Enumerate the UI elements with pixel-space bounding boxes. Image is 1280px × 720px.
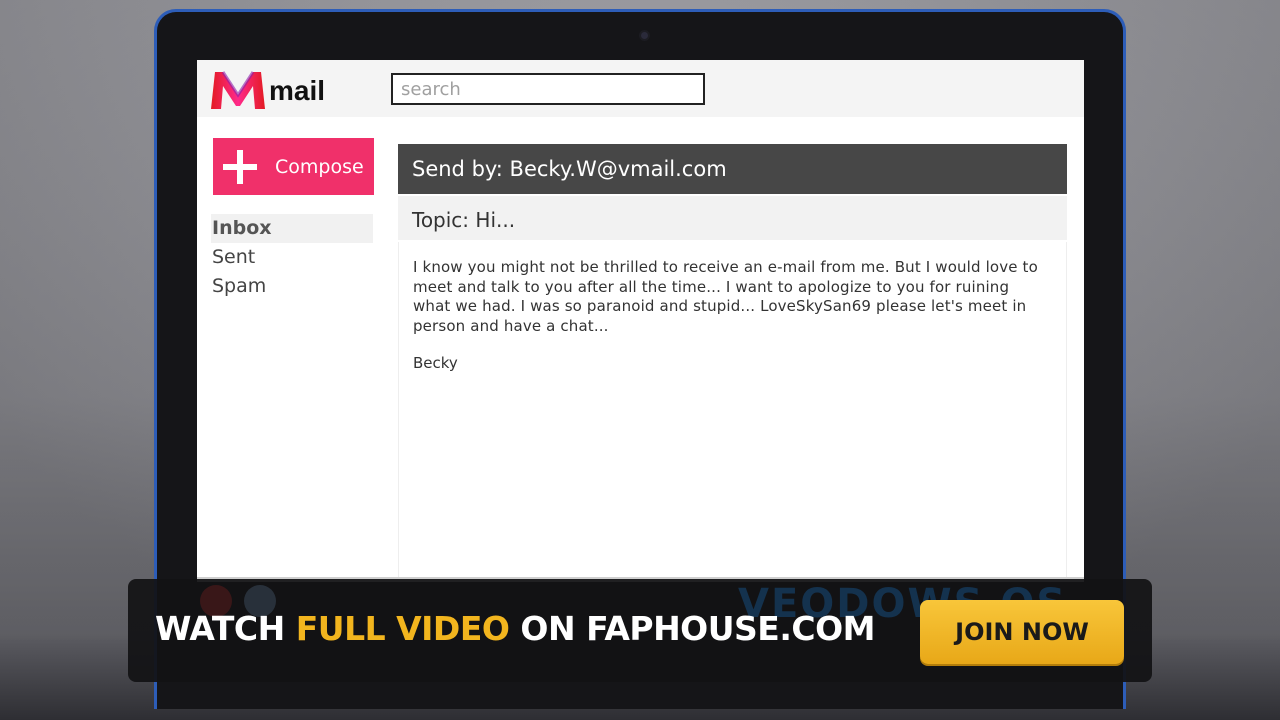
promo-banner: VEODOWS OS WATCH FULL VIDEO ON FAPHOUSE.… (128, 579, 1152, 682)
top-bar: mail (197, 60, 1084, 117)
sidebar-item-spam[interactable]: Spam (211, 272, 373, 301)
watch-prefix: WATCH (155, 609, 296, 648)
search-input[interactable] (391, 73, 705, 105)
m-logo-icon (211, 71, 265, 109)
message-signature: Becky (413, 354, 458, 372)
webcam-icon (641, 32, 648, 39)
mail-app-window: mail Compose Inbox Sent Spam Send by: Be… (197, 60, 1084, 582)
message-topic: Topic: Hi... (398, 196, 1067, 240)
watch-suffix: ON FAPHOUSE.COM (509, 609, 875, 648)
sidebar-item-sent[interactable]: Sent (211, 243, 373, 272)
sidebar-item-inbox[interactable]: Inbox (211, 214, 373, 243)
plus-icon (223, 149, 257, 184)
compose-button[interactable]: Compose (213, 138, 374, 195)
watch-highlight: FULL VIDEO (295, 609, 510, 648)
message-body-panel: I know you might not be thrilled to rece… (398, 242, 1067, 582)
message-body-text: I know you might not be thrilled to rece… (413, 258, 1038, 335)
mail-logo[interactable]: mail (209, 69, 325, 111)
logo-text: mail (269, 75, 326, 106)
compose-label: Compose (275, 155, 364, 178)
message-sender-header: Send by: Becky.W@vmail.com (398, 144, 1067, 194)
sidebar-nav: Inbox Sent Spam (211, 214, 373, 301)
watch-full-video-text: WATCH FULL VIDEO ON FAPHOUSE.COM (155, 609, 875, 648)
join-now-button[interactable]: JOIN NOW (920, 600, 1124, 664)
